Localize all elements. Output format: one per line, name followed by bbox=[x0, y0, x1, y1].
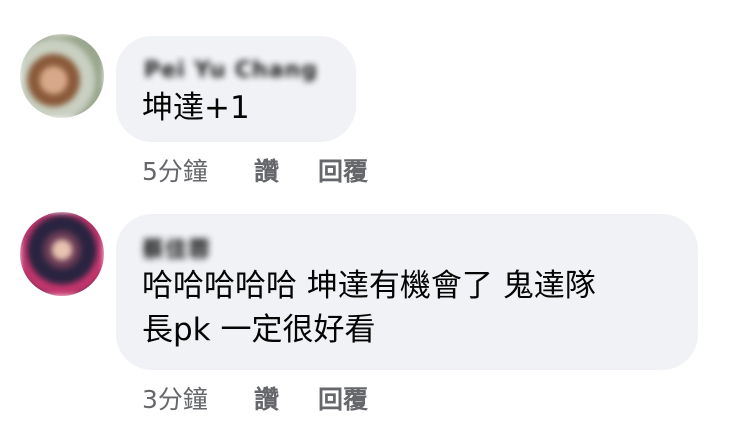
like-button[interactable]: 讚 bbox=[254, 380, 279, 416]
comment-timestamp[interactable]: 3分鐘 bbox=[142, 380, 208, 416]
comment-text: 坤達+1 bbox=[142, 86, 250, 130]
reply-button[interactable]: 回覆 bbox=[318, 152, 368, 188]
reply-button[interactable]: 回覆 bbox=[318, 380, 368, 416]
comment-author-name[interactable]: Pei Yu Chang bbox=[144, 58, 318, 83]
like-button[interactable]: 讚 bbox=[254, 152, 279, 188]
comment-bubble: Pei Yu Chang 坤達+1 bbox=[116, 36, 356, 142]
comment-text-line: 長pk 一定很好看 bbox=[142, 312, 376, 348]
commenter-avatar[interactable] bbox=[20, 212, 104, 296]
comment-text: 哈哈哈哈哈 坤達有機會了 鬼達隊 長pk 一定很好看 bbox=[142, 264, 596, 352]
comment-timestamp[interactable]: 5分鐘 bbox=[142, 152, 208, 188]
comment-author-name[interactable]: 蔡佳蓉 bbox=[142, 232, 211, 264]
comment-bubble: 蔡佳蓉 哈哈哈哈哈 坤達有機會了 鬼達隊 長pk 一定很好看 bbox=[116, 214, 698, 370]
comment-text-line: 哈哈哈哈哈 坤達有機會了 鬼達隊 bbox=[142, 268, 596, 304]
commenter-avatar[interactable] bbox=[20, 34, 104, 118]
comment-text-line: 坤達+1 bbox=[142, 90, 250, 126]
